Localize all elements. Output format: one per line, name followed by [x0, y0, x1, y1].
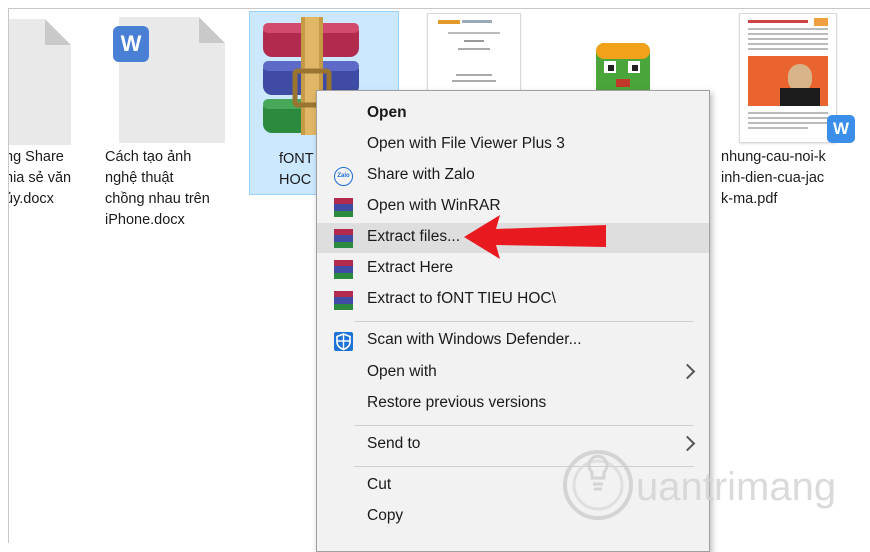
menu-item-label: Extract Here: [367, 259, 454, 276]
chevron-right-icon: [679, 363, 696, 380]
file-label-line: inh-dien-cua-jac: [721, 170, 825, 186]
file-label-line: ủy.docx: [8, 191, 54, 207]
pdf-page-thumbnail: [739, 13, 837, 143]
zalo-icon: Zalo: [334, 167, 353, 186]
menu-item-label: Open: [367, 104, 407, 121]
menu-item-scan-defender[interactable]: Scan with Windows Defender...: [317, 326, 709, 356]
file-label-line: nhung-cau-noi-k: [721, 149, 826, 165]
menu-item-label: Send to: [367, 435, 421, 452]
menu-item-label: Restore previous versions: [367, 394, 547, 411]
file-label-line: nia sẻ văn: [8, 170, 72, 186]
winrar-icon: [334, 229, 353, 248]
menu-item-restore-versions[interactable]: Restore previous versions: [317, 389, 709, 419]
menu-item-label: Extract files...: [367, 228, 461, 245]
windows-defender-icon: [334, 332, 353, 351]
menu-item-label: Open with File Viewer Plus 3: [367, 135, 565, 152]
watermark-logo: uantrimang: [563, 450, 836, 520]
file-label-line: k-ma.pdf: [721, 191, 778, 207]
menu-item-label: Share with Zalo: [367, 166, 475, 183]
menu-item-share-zalo[interactable]: Zalo Share with Zalo: [317, 161, 709, 191]
menu-item-open-with-file-viewer[interactable]: Open with File Viewer Plus 3: [317, 130, 709, 160]
file-label-line: nghệ thuật: [105, 170, 174, 186]
winrar-icon: [334, 260, 353, 279]
wps-writer-icon: W: [113, 26, 149, 62]
document-icon: [9, 19, 71, 145]
watermark-text: uantrimang: [636, 465, 836, 509]
wps-pdf-badge-icon: W: [827, 115, 855, 143]
file-item-docx-2[interactable]: W Cách tạo ảnh nghệ thuật chồng nhau trê…: [101, 9, 241, 249]
photo-thumbnail: [748, 56, 828, 106]
menu-item-label: Scan with Windows Defender...: [367, 331, 582, 348]
menu-item-open[interactable]: Open: [317, 99, 709, 129]
file-label-line: iPhone.docx: [105, 212, 185, 228]
menu-item-label: Copy: [367, 507, 404, 524]
file-item-docx-1[interactable]: ng Share nia sẻ văn ủy.docx: [9, 9, 99, 249]
menu-item-open-with[interactable]: Open with: [317, 358, 709, 388]
winrar-icon: [334, 291, 353, 310]
menu-separator: [354, 425, 694, 426]
menu-item-label: Open with: [367, 363, 437, 380]
file-item-pdf[interactable]: W nhung-cau-noi-k inh-dien-cua-jac k-ma.…: [721, 9, 870, 229]
file-label-line: chồng nhau trên: [105, 191, 210, 207]
menu-separator: [354, 321, 694, 322]
annotation-arrow-icon: [464, 215, 606, 259]
file-label-line: Cách tạo ảnh: [105, 149, 192, 165]
menu-item-label: Cut: [367, 476, 392, 493]
file-label-line: ng Share: [8, 149, 64, 165]
menu-item-label: Extract to fONT TIEU HOC\: [367, 290, 556, 307]
winrar-icon: [334, 198, 353, 217]
menu-item-extract-to-folder[interactable]: Extract to fONT TIEU HOC\: [317, 285, 709, 315]
